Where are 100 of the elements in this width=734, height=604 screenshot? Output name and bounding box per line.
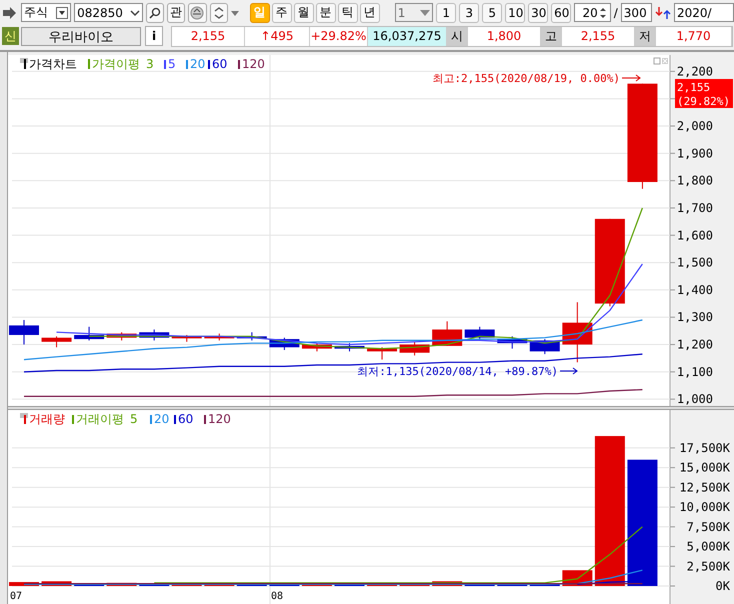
arrow-icon[interactable] <box>2 6 18 20</box>
price-cell: 2,155 <box>172 26 245 46</box>
candlestick <box>139 329 170 341</box>
legend-marker <box>186 60 188 69</box>
high-note: 최고:2,155(2020/08/19, 0.00%) <box>432 72 620 85</box>
axis-label: 1,100 <box>676 364 713 379</box>
low-note: 최저:1,135(2020/08/14, +89.87%) <box>357 365 558 378</box>
market-select[interactable]: 주식 <box>21 3 72 22</box>
axis-label: 2,000 <box>676 119 713 134</box>
current-price-label: 2,155 (29.82%) <box>675 79 733 108</box>
candlestick <box>106 332 137 341</box>
interval-button[interactable]: 1 <box>436 2 456 22</box>
period-tab[interactable]: 틱 <box>338 2 358 22</box>
change-cell: ↑495 <box>245 26 310 46</box>
legend-marker <box>24 59 26 69</box>
legend-label: 20 <box>154 412 170 426</box>
legend-label: 120 <box>242 57 265 71</box>
axis-label: 1,600 <box>676 228 713 242</box>
info-button[interactable]: i <box>145 26 163 46</box>
axis-label: 0K <box>716 579 730 593</box>
caret-icon[interactable] <box>230 8 239 16</box>
interval-button[interactable]: 3 <box>459 2 480 22</box>
volume-cell: 16,037,275 <box>368 26 447 46</box>
volume-bar <box>9 582 39 586</box>
arrow-icon <box>622 74 641 82</box>
stock-name-field[interactable]: 우리바이오 <box>21 26 141 46</box>
axis-label: 1,200 <box>676 338 713 352</box>
candlestick <box>562 302 592 363</box>
search-button[interactable] <box>146 2 164 22</box>
axis-label: 1,400 <box>676 282 713 297</box>
search-icon <box>149 6 162 18</box>
field-value: 1,770 <box>656 26 732 46</box>
volume-bar <box>42 581 72 586</box>
dropdown-icon <box>56 6 68 18</box>
interval-button[interactable]: 10 <box>505 2 526 22</box>
code-field[interactable]: 082850 <box>74 3 144 22</box>
legend-label: 가격차트 <box>29 57 77 71</box>
period-tab[interactable]: 주 <box>272 2 292 22</box>
interval-button[interactable]: 30 <box>528 2 548 22</box>
legend-label: 거래이평 <box>76 412 124 426</box>
separator-text: / <box>614 6 618 20</box>
axis-label: 1,300 <box>676 310 713 324</box>
up-down-icon <box>212 6 225 20</box>
candlestick <box>334 342 364 352</box>
legend-label: 60 <box>212 57 228 71</box>
swap-arrows-icon[interactable] <box>655 4 671 20</box>
watch-button[interactable]: 관 <box>167 2 186 22</box>
legend-marker <box>204 415 206 424</box>
axis-label: 17,500K <box>679 440 730 455</box>
legend-label: 3 <box>146 57 154 71</box>
axis-label: 10,000K <box>679 500 730 514</box>
field-label: 고 <box>541 26 562 46</box>
axis-label: 2,500K <box>686 559 730 574</box>
date-field[interactable]: 2020/ <box>674 3 734 22</box>
interval-button[interactable]: 5 <box>482 2 502 22</box>
up-down-button[interactable] <box>210 2 228 22</box>
candlestick <box>42 336 72 348</box>
candlestick <box>236 332 267 341</box>
candlestick <box>400 341 430 356</box>
axis-label: 1,800 <box>676 174 713 188</box>
axis-label: 15,000K <box>679 460 730 475</box>
candlestick <box>9 319 39 346</box>
legend-marker <box>174 415 176 424</box>
legend-label: 5 <box>130 412 138 426</box>
axis-label: 2,200 <box>676 64 713 78</box>
candlestick <box>269 337 300 350</box>
legend-label: 60 <box>178 412 194 426</box>
period-tab[interactable]: 월 <box>294 2 314 22</box>
eject-button[interactable] <box>188 2 207 22</box>
legend-marker <box>150 415 152 424</box>
eject-icon <box>190 6 204 20</box>
legend-marker <box>72 415 74 424</box>
candlestick <box>464 326 495 341</box>
axis-label: 1,900 <box>676 146 713 160</box>
date-label: 07 <box>10 591 22 602</box>
candlestick <box>530 338 560 355</box>
interval-button[interactable]: 60 <box>551 2 572 22</box>
period-tab[interactable]: 년 <box>360 2 380 22</box>
field-label: 저 <box>635 26 656 46</box>
axis-label: 5,000K <box>686 540 730 554</box>
legend-marker <box>88 59 90 69</box>
candlestick <box>432 320 462 346</box>
axis-label: 1,700 <box>676 200 713 215</box>
legend-marker <box>238 60 240 69</box>
legend-label: 거래량 <box>29 412 65 426</box>
count-spinner[interactable]: 20 <box>574 3 611 22</box>
candlestick <box>497 336 528 350</box>
field-label: 시 <box>447 26 468 46</box>
period-tab[interactable]: 분 <box>316 2 336 22</box>
max-count-field[interactable]: 300 <box>620 3 652 22</box>
interval-select[interactable]: 1 <box>394 3 434 22</box>
axis-label: 12,500K <box>679 480 730 494</box>
axis-label: 1,500 <box>676 256 713 270</box>
candlestick <box>204 333 234 341</box>
arrow-icon <box>560 368 578 374</box>
dropdown-icon <box>420 8 430 16</box>
legend-label: 20 <box>190 57 206 71</box>
axis-label: 1,000 <box>676 392 713 406</box>
legend-marker <box>24 415 26 424</box>
legend-label: 5 <box>168 57 176 71</box>
